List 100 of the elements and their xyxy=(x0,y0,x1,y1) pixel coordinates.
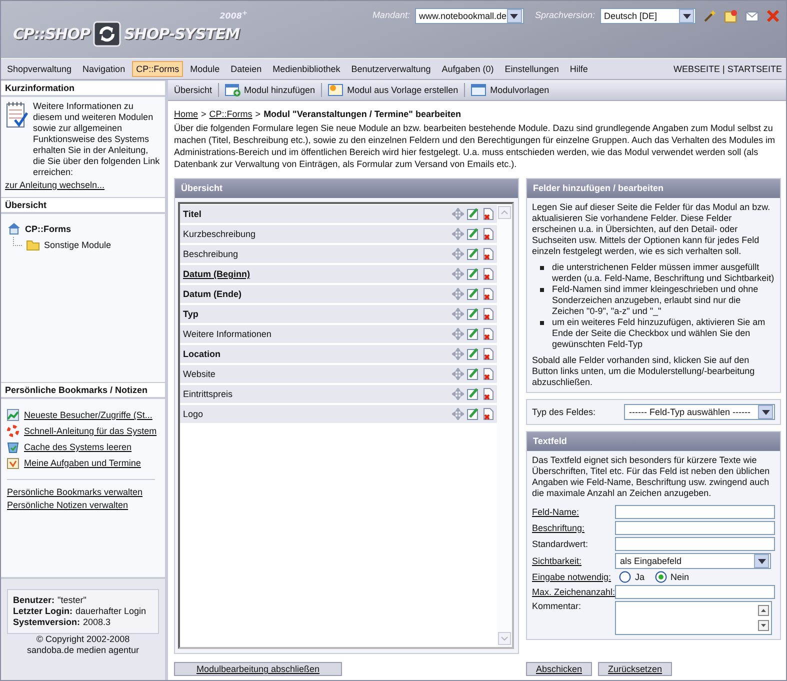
delete-icon[interactable] xyxy=(482,368,494,380)
input-field[interactable] xyxy=(615,505,775,519)
move-icon[interactable] xyxy=(452,408,464,420)
edit-icon[interactable] xyxy=(467,368,479,380)
field-row[interactable]: Titel xyxy=(180,205,497,223)
move-icon[interactable] xyxy=(452,328,464,340)
delete-icon[interactable] xyxy=(482,288,494,300)
delete-icon[interactable] xyxy=(482,328,494,340)
help-bullet: Feld-Namen sind immer kleingeschrieben und ohne Sonderzeichen anzugeben, erlaubt sind nur die Zeichen "0-9", "a-z" und "_" xyxy=(552,284,760,317)
radio-button[interactable] xyxy=(654,571,667,583)
bookmark-link[interactable]: Schnell-Anleitung für das System xyxy=(24,426,157,436)
field-row[interactable]: Kurzbeschreibung xyxy=(180,225,497,243)
edit-icon[interactable] xyxy=(467,268,479,280)
move-icon[interactable] xyxy=(452,248,464,260)
bookmark-link[interactable]: Cache des Systems leeren xyxy=(24,442,132,452)
lifebuoy-icon xyxy=(7,425,19,437)
field-row[interactable]: Location xyxy=(180,345,497,363)
site-links[interactable]: WEBSEITE | STARTSEITE xyxy=(673,64,784,74)
delete-icon[interactable] xyxy=(482,268,494,280)
menu-item[interactable]: Shopverwaltung xyxy=(3,61,76,77)
input-field[interactable] xyxy=(615,521,775,535)
field-row[interactable]: Datum (Beginn) xyxy=(180,265,497,283)
radio-label: Nein xyxy=(670,572,690,582)
form-button[interactable]: Abschicken xyxy=(526,662,592,676)
edit-icon[interactable] xyxy=(467,308,479,320)
breadcrumb-link[interactable]: CP::Forms xyxy=(209,109,252,119)
move-icon[interactable] xyxy=(452,348,464,360)
guide-link[interactable]: zur Anleitung wechseln... xyxy=(5,180,161,191)
input-field[interactable] xyxy=(615,585,775,599)
note-icon[interactable] xyxy=(724,9,738,23)
field-row[interactable]: Weitere Informationen xyxy=(180,325,497,343)
edit-icon[interactable] xyxy=(467,288,479,300)
field-row[interactable]: Datum (Ende) xyxy=(180,285,497,303)
menu-item[interactable]: Einstellungen xyxy=(500,61,563,77)
menu-item[interactable]: Module xyxy=(186,61,224,77)
delete-icon[interactable] xyxy=(482,228,494,240)
move-icon[interactable] xyxy=(452,288,464,300)
edit-icon[interactable] xyxy=(467,248,479,260)
delete-icon[interactable] xyxy=(482,208,494,220)
toolbar-button[interactable]: Modul aus Vorlage erstellen xyxy=(326,83,460,97)
field-row[interactable]: Logo xyxy=(180,405,497,423)
tree-item[interactable]: CP::Forms xyxy=(25,224,72,234)
menu-item[interactable]: Medienbibliothek xyxy=(268,61,344,77)
delete-icon[interactable] xyxy=(482,248,494,260)
help-text: Sobald alle Felder vorhanden sind, klicken Sie auf den Button links unten, um die Modulerstellung/-bearbeitung abzuschließen. xyxy=(532,355,756,388)
field-label: Weitere Informationen xyxy=(183,329,272,339)
move-icon[interactable] xyxy=(452,388,464,400)
menu-item[interactable]: Dateien xyxy=(226,61,266,77)
edit-icon[interactable] xyxy=(467,388,479,400)
edit-icon[interactable] xyxy=(467,328,479,340)
move-icon[interactable] xyxy=(452,308,464,320)
menu-item[interactable]: Hilfe xyxy=(566,61,592,77)
finish-button[interactable]: Modulbearbeitung abschließen xyxy=(174,662,342,676)
visibility-select[interactable]: als Eingabefeld xyxy=(615,553,771,569)
bookmark-link[interactable]: Neueste Besucher/Zugriffe (St... xyxy=(24,410,152,420)
edit-icon[interactable] xyxy=(467,208,479,220)
delete-icon[interactable] xyxy=(482,348,494,360)
close-icon[interactable] xyxy=(766,9,780,23)
mail-icon[interactable] xyxy=(745,9,759,23)
menu-item[interactable]: CP::Forms xyxy=(132,61,184,77)
client-select[interactable]: www.notebookmall.de xyxy=(414,8,524,24)
delete-icon[interactable] xyxy=(482,388,494,400)
scroll-down-icon[interactable] xyxy=(758,620,769,631)
section-title: Persönliche Bookmarks / Notizen xyxy=(1,382,165,399)
delete-icon[interactable] xyxy=(482,308,494,320)
toolbar-button[interactable]: Modul hinzufügen xyxy=(223,83,318,97)
bookmark-link[interactable]: Meine Aufgaben und Termine xyxy=(24,458,141,468)
field-row[interactable]: Beschreibung xyxy=(180,245,497,263)
move-icon[interactable] xyxy=(452,208,464,220)
input-field[interactable] xyxy=(615,537,775,551)
toolbar-button[interactable]: Übersicht xyxy=(172,85,214,95)
move-icon[interactable] xyxy=(452,228,464,240)
calendar-icon xyxy=(7,457,19,469)
field-row[interactable]: Typ xyxy=(180,305,497,323)
toolbar-button[interactable]: Modulvorlagen xyxy=(469,83,552,97)
help-bullet: die unterstrichenen Felder müssen immer ausgefüllt werden (u.a. Feld-Name, Beschriftung und Sichtbarkeit) xyxy=(552,262,775,284)
delete-icon[interactable] xyxy=(482,408,494,420)
radio-button[interactable] xyxy=(619,571,631,583)
notepad-icon xyxy=(5,101,29,129)
edit-icon[interactable] xyxy=(467,408,479,420)
language-label: Sprachversion: xyxy=(534,10,595,20)
menu-item[interactable]: Aufgaben (0) xyxy=(438,61,498,77)
language-select[interactable]: Deutsch [DE] xyxy=(600,8,696,24)
menu-item[interactable]: Benutzerverwaltung xyxy=(347,61,435,77)
comment-field[interactable] xyxy=(615,601,772,635)
breadcrumb-link[interactable]: Home xyxy=(174,109,198,119)
menu-item[interactable]: Navigation xyxy=(78,61,130,77)
field-row[interactable]: Eintrittspreis xyxy=(180,385,497,403)
field-row[interactable]: Website xyxy=(180,365,497,383)
manage-link[interactable]: Persönliche Notizen verwalten xyxy=(7,500,159,510)
edit-icon[interactable] xyxy=(467,348,479,360)
form-button[interactable]: Zurücksetzen xyxy=(598,662,672,676)
scroll-up-icon[interactable] xyxy=(758,605,769,616)
wand-icon[interactable] xyxy=(703,9,717,23)
move-icon[interactable] xyxy=(452,268,464,280)
move-icon[interactable] xyxy=(452,368,464,380)
tree-item[interactable]: Sonstige Module xyxy=(44,240,112,250)
field-type-select[interactable]: ------ Feld-Typ auswählen ------ xyxy=(624,404,775,420)
edit-icon[interactable] xyxy=(467,228,479,240)
manage-link[interactable]: Persönliche Bookmarks verwalten xyxy=(7,487,159,497)
